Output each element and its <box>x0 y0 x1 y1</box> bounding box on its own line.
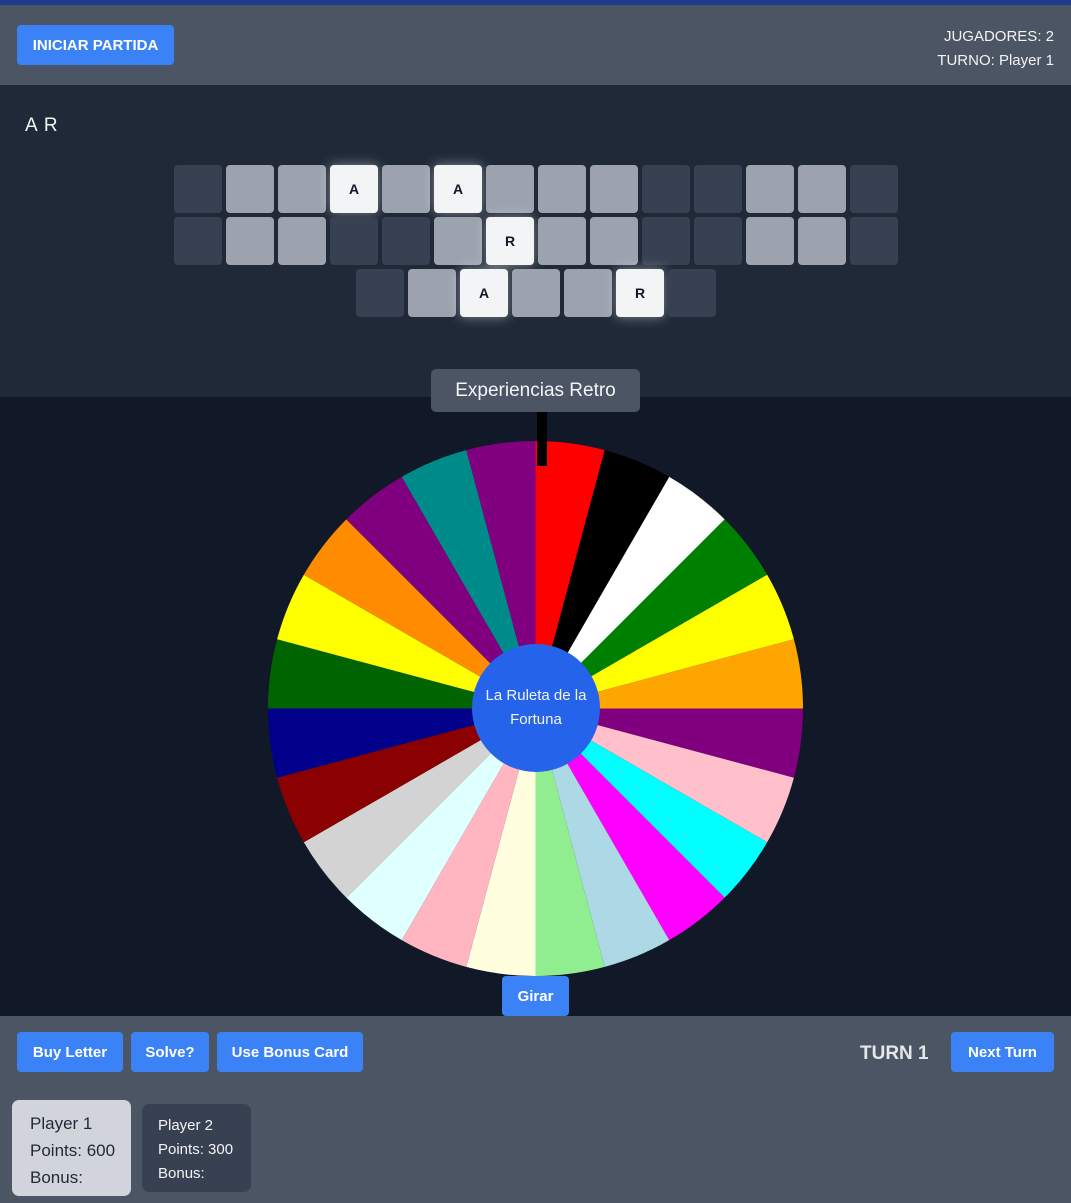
board-blank-cell <box>330 217 378 265</box>
wheel-hub-label: La Ruleta de la Fortuna <box>485 687 587 728</box>
board-blank-cell <box>356 269 404 317</box>
use-bonus-card-button[interactable]: Use Bonus Card <box>217 1032 363 1072</box>
board-blank-cell <box>694 217 742 265</box>
solve-button[interactable]: Solve? <box>131 1032 209 1072</box>
board-hidden-tile <box>590 165 638 213</box>
players-count: JUGADORES: 2 <box>943 28 1054 45</box>
buy-letter-button[interactable]: Buy Letter <box>17 1032 123 1072</box>
board-hidden-tile <box>226 217 274 265</box>
board-hidden-tile <box>512 269 560 317</box>
board-blank-cell <box>850 165 898 213</box>
board-blank-cell <box>694 165 742 213</box>
board-blank-cell <box>642 217 690 265</box>
current-turn: TURNO: Player 1 <box>937 52 1054 69</box>
next-turn-button[interactable]: Next Turn <box>951 1032 1054 1072</box>
spin-button[interactable]: Girar <box>502 976 569 1016</box>
board-hidden-tile <box>746 165 794 213</box>
puzzle-board: AARAR <box>0 85 1071 397</box>
wheel-hub: La Ruleta de la Fortuna <box>472 644 600 772</box>
board-letter-tile: A <box>460 269 508 317</box>
board-blank-cell <box>668 269 716 317</box>
board-hidden-tile <box>746 217 794 265</box>
board-hidden-tile <box>408 269 456 317</box>
board-hidden-tile <box>538 165 586 213</box>
board-blank-cell <box>174 217 222 265</box>
player-points: Points: 600 <box>30 1141 116 1160</box>
board-hidden-tile <box>798 165 846 213</box>
puzzle-area: A R AARAR <box>0 85 1071 397</box>
board-hidden-tile <box>486 165 534 213</box>
wheel-pointer <box>537 412 547 466</box>
start-game-button[interactable]: INICIAR PARTIDA <box>17 25 174 65</box>
board-letter-tile: A <box>434 165 482 213</box>
board-blank-cell <box>642 165 690 213</box>
board-hidden-tile <box>564 269 612 317</box>
turn-number: TURN 1 <box>860 1043 929 1064</box>
player-name: Player 2 <box>158 1117 214 1134</box>
player-card-1: Player 1 Points: 600 Bonus: <box>12 1100 131 1196</box>
game-info: JUGADORES: 2 TURNO: Player 1 <box>937 25 1054 73</box>
board-hidden-tile <box>278 165 326 213</box>
board-blank-cell <box>382 217 430 265</box>
board-hidden-tile <box>538 217 586 265</box>
board-hidden-tile <box>434 217 482 265</box>
footer-bar: Buy Letter Solve? Use Bonus Card TURN 1 … <box>0 1016 1071 1203</box>
player-points: Points: 300 <box>158 1141 234 1158</box>
player-bonus: Bonus: <box>30 1168 83 1187</box>
category-label: Experiencias Retro <box>431 369 640 412</box>
header-bar: INICIAR PARTIDA JUGADORES: 2 TURNO: Play… <box>0 5 1071 85</box>
board-letter-tile: A <box>330 165 378 213</box>
player-bonus: Bonus: <box>158 1165 205 1182</box>
board-hidden-tile <box>382 165 430 213</box>
board-letter-tile: R <box>616 269 664 317</box>
board-hidden-tile <box>278 217 326 265</box>
board-hidden-tile <box>798 217 846 265</box>
board-blank-cell <box>850 217 898 265</box>
player-card-2: Player 2 Points: 300 Bonus: <box>142 1104 251 1192</box>
board-hidden-tile <box>226 165 274 213</box>
board-hidden-tile <box>590 217 638 265</box>
board-letter-tile: R <box>486 217 534 265</box>
board-blank-cell <box>174 165 222 213</box>
player-name: Player 1 <box>30 1114 93 1133</box>
